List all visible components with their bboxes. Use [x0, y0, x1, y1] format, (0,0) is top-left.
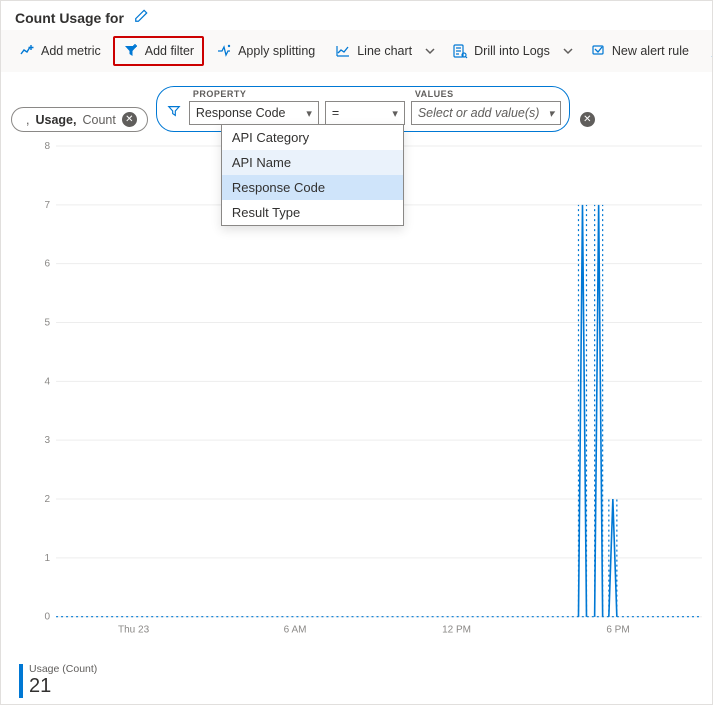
- values-placeholder: Select or add value(s): [418, 106, 540, 120]
- values-label: Values: [411, 89, 561, 99]
- property-dropdown: API Category API Name Response Code Resu…: [221, 124, 404, 226]
- pin-icon: [709, 43, 713, 59]
- filter-remove-icon[interactable]: ✕: [580, 112, 595, 127]
- chevron-down-icon: ▾: [392, 107, 398, 120]
- operator-block: = ▾: [325, 89, 405, 125]
- svg-text:5: 5: [44, 318, 50, 329]
- legend-value: 21: [29, 675, 97, 698]
- pin-dashboard-button[interactable]: Pin to dashboard: [701, 38, 713, 64]
- dropdown-option[interactable]: API Name: [222, 150, 403, 175]
- edit-title-icon[interactable]: [134, 9, 148, 26]
- filter-row: , Usage, Count ✕ Property Response Code …: [1, 72, 712, 138]
- filter-pill: Property Response Code ▾ API Category AP…: [156, 86, 570, 132]
- drill-logs-button[interactable]: Drill into Logs: [444, 38, 558, 64]
- property-value: Response Code: [196, 106, 286, 120]
- svg-text:Thu 23: Thu 23: [118, 625, 150, 636]
- add-metric-label: Add metric: [41, 44, 101, 58]
- line-chart-button[interactable]: Line chart: [327, 38, 420, 64]
- operator-select[interactable]: = ▾: [325, 101, 405, 125]
- svg-text:2: 2: [44, 494, 50, 505]
- metrics-explorer-root: Count Usage for Add metric Add filter Ap…: [0, 0, 713, 705]
- add-filter-label: Add filter: [145, 44, 194, 58]
- svg-text:0: 0: [44, 612, 50, 623]
- split-icon: [216, 43, 232, 59]
- add-metric-icon: [19, 43, 35, 59]
- funnel-icon: [165, 104, 183, 125]
- title-bar: Count Usage for: [1, 1, 712, 30]
- svg-text:6: 6: [44, 259, 50, 270]
- scope-remove-icon[interactable]: ✕: [122, 112, 137, 127]
- alert-icon: [590, 43, 606, 59]
- property-select[interactable]: Response Code ▾: [189, 101, 319, 125]
- legend: Usage (Count) 21: [19, 663, 97, 698]
- dropdown-option[interactable]: Response Code: [222, 175, 403, 200]
- new-alert-rule-label: New alert rule: [612, 44, 689, 58]
- operator-value: =: [332, 106, 339, 120]
- line-chart-label: Line chart: [357, 44, 412, 58]
- chevron-down-icon: ▾: [306, 107, 312, 120]
- apply-splitting-label: Apply splitting: [238, 44, 315, 58]
- dropdown-option[interactable]: Result Type: [222, 200, 403, 225]
- drill-logs-label: Drill into Logs: [474, 44, 550, 58]
- svg-text:4: 4: [44, 376, 50, 387]
- legend-color-icon: [19, 664, 23, 698]
- svg-text:6 PM: 6 PM: [606, 625, 629, 636]
- metric-scope-pill[interactable]: , Usage, Count ✕: [11, 107, 148, 132]
- add-metric-button[interactable]: Add metric: [11, 38, 109, 64]
- toolbar: Add metric Add filter Apply splitting Li…: [1, 30, 712, 72]
- svg-text:12 PM: 12 PM: [442, 625, 471, 636]
- scope-prefix: ,: [26, 113, 29, 127]
- dropdown-option[interactable]: API Category: [222, 125, 403, 150]
- svg-text:8: 8: [44, 141, 50, 152]
- legend-series-name: Usage (Count): [29, 663, 97, 675]
- values-select[interactable]: Select or add value(s) ▾: [411, 101, 561, 125]
- line-chart-icon: [335, 43, 351, 59]
- new-alert-rule-button[interactable]: New alert rule: [582, 38, 697, 64]
- page-title: Count Usage for: [15, 10, 124, 26]
- property-block: Property Response Code ▾ API Category AP…: [189, 89, 319, 125]
- apply-splitting-button[interactable]: Apply splitting: [208, 38, 323, 64]
- property-label: Property: [189, 89, 319, 99]
- filter-icon: [123, 43, 139, 59]
- scope-metric: Usage,: [35, 113, 76, 127]
- chevron-down-icon: ▾: [548, 107, 554, 120]
- svg-text:6 AM: 6 AM: [284, 625, 307, 636]
- svg-text:3: 3: [44, 435, 50, 446]
- drill-logs-chevron-icon[interactable]: [558, 45, 578, 57]
- svg-text:1: 1: [44, 553, 50, 564]
- values-block: Values Select or add value(s) ▾: [411, 89, 561, 125]
- add-filter-button[interactable]: Add filter: [113, 36, 204, 66]
- logs-icon: [452, 43, 468, 59]
- svg-text:7: 7: [44, 200, 50, 211]
- line-chart-chevron-icon[interactable]: [420, 45, 440, 57]
- scope-agg: Count: [82, 113, 115, 127]
